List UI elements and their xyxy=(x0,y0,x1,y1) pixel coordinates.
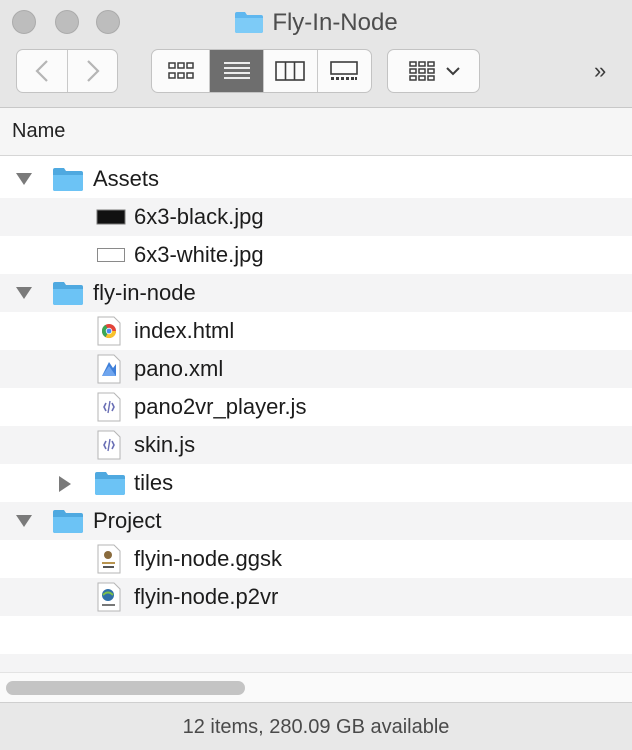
file-name-label: Project xyxy=(93,508,162,533)
file-row[interactable]: flyin-node.p2vr xyxy=(0,578,632,616)
file-icon xyxy=(96,392,122,427)
column-header-name[interactable]: Name xyxy=(0,108,632,156)
javascript-document-icon xyxy=(97,430,121,460)
file-name-label: pano2vr_player.js xyxy=(134,394,307,419)
file-row[interactable]: 6x3-black.jpg xyxy=(0,198,632,236)
disclosure-expanded-icon[interactable] xyxy=(16,286,32,300)
chevron-down-icon xyxy=(445,67,460,76)
file-icon xyxy=(96,316,122,351)
file-icon xyxy=(94,470,126,501)
file-name-label: pano.xml xyxy=(134,356,224,381)
file-icon xyxy=(96,544,122,579)
chrome-document-icon xyxy=(97,316,121,346)
empty-row xyxy=(0,616,632,654)
file-row[interactable]: 6x3-white.jpg xyxy=(0,236,632,274)
gallery-icon xyxy=(330,61,359,80)
view-mode-control xyxy=(151,49,372,93)
folder-icon xyxy=(95,472,125,495)
file-name-label: skin.js xyxy=(134,432,196,457)
file-icon xyxy=(52,508,84,539)
folder-icon xyxy=(235,12,264,33)
file-name-label: 6x3-white.jpg xyxy=(134,242,264,267)
folder-row[interactable]: fly-in-node xyxy=(0,274,632,312)
folder-icon xyxy=(53,510,83,533)
file-list: Assets 6x3-black.jpg 6x3-white.jpg fly-in-n… xyxy=(0,160,632,692)
disclosure-expanded-icon[interactable] xyxy=(16,172,32,186)
chevron-right-icon xyxy=(86,60,100,82)
group-by-button[interactable] xyxy=(387,49,480,93)
file-icon xyxy=(96,241,126,272)
file-row[interactable]: pano2vr_player.js xyxy=(0,388,632,426)
file-icon xyxy=(96,203,126,234)
columns-icon xyxy=(275,61,306,81)
navigation-buttons xyxy=(16,49,118,93)
forward-button[interactable] xyxy=(67,50,117,92)
horizontal-scrollbar[interactable] xyxy=(0,672,632,702)
black-image-thumbnail-icon xyxy=(96,209,126,225)
column-header-label: Name xyxy=(12,120,66,142)
chevron-left-icon xyxy=(35,60,48,82)
window-title: Fly-In-Node xyxy=(0,6,632,40)
file-name-label: tiles xyxy=(134,470,174,495)
folder-icon xyxy=(53,282,83,305)
file-row[interactable]: index.html xyxy=(0,312,632,350)
file-row[interactable]: skin.js xyxy=(0,426,632,464)
white-image-thumbnail-icon xyxy=(97,248,125,262)
icon-view-button[interactable] xyxy=(152,50,209,92)
file-row[interactable]: pano.xml xyxy=(0,350,632,388)
javascript-document-icon xyxy=(97,392,121,422)
folder-icon xyxy=(53,168,83,191)
file-name-label: fly-in-node xyxy=(93,280,196,305)
file-name-label: flyin-node.p2vr xyxy=(134,584,279,609)
skin-document-icon xyxy=(97,544,121,574)
xml-document-icon xyxy=(97,354,121,384)
file-icon xyxy=(96,430,122,465)
folder-row[interactable]: tiles xyxy=(0,464,632,502)
toolbar-overflow-button[interactable]: » xyxy=(594,58,606,84)
file-icon xyxy=(52,280,84,311)
icon-grid-icon xyxy=(167,62,194,79)
list-view-button[interactable] xyxy=(209,50,263,92)
group-by-icon xyxy=(408,61,435,81)
file-name-label: flyin-node.ggsk xyxy=(134,546,282,571)
gallery-view-button[interactable] xyxy=(316,50,372,92)
file-icon xyxy=(96,354,122,389)
back-button[interactable] xyxy=(17,50,67,92)
file-name-label: index.html xyxy=(134,318,235,343)
folder-row[interactable]: Assets xyxy=(0,160,632,198)
file-name-label: 6x3-black.jpg xyxy=(134,204,264,229)
status-text: 12 items, 280.09 GB available xyxy=(182,716,450,738)
window-title-text: Fly-In-Node xyxy=(272,9,398,36)
file-icon xyxy=(96,582,122,617)
file-icon xyxy=(52,166,84,197)
title-bar: Fly-In-Node » xyxy=(0,0,632,108)
pano2vr-document-icon xyxy=(97,582,121,612)
file-row[interactable]: flyin-node.ggsk xyxy=(0,540,632,578)
column-view-button[interactable] xyxy=(262,50,317,92)
status-bar: 12 items, 280.09 GB available xyxy=(0,702,632,750)
list-lines-icon xyxy=(223,62,250,79)
disclosure-expanded-icon[interactable] xyxy=(16,514,32,528)
folder-row[interactable]: Project xyxy=(0,502,632,540)
scrollbar-thumb[interactable] xyxy=(6,681,245,695)
file-name-label: Assets xyxy=(93,166,160,191)
disclosure-collapsed-icon[interactable] xyxy=(58,476,72,492)
